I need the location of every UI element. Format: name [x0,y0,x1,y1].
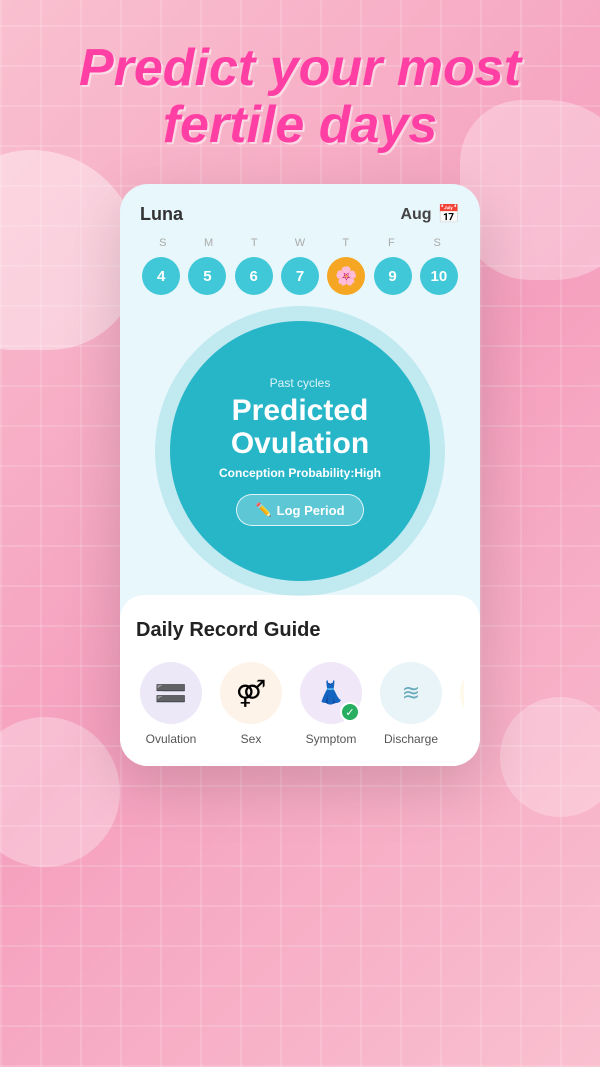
ovulation-label: Ovulation [146,732,197,746]
hero-title: Predict your most fertile days [0,40,600,154]
record-symptom[interactable]: 👗 ✓ Symptom [296,662,366,746]
discharge-icon-wrap: ≋ [380,662,442,724]
record-mood[interactable]: 😊 M [456,662,464,746]
day-label-s2: S [414,237,460,249]
daily-record-section: Daily Record Guide 🟰 Ovulation ⚤ Sex [120,595,480,766]
sex-label: Sex [241,732,262,746]
symptom-icon-wrap: 👗 ✓ [300,662,362,724]
day-6[interactable]: 6 [235,257,273,295]
calendar-section: Luna Aug 📅 S M T W T F S 4 5 6 [120,184,480,295]
predicted-title: Predicted Ovulation [231,394,369,460]
calendar-month: Aug 📅 [400,204,460,225]
day-numbers-row: 4 5 6 7 🌸 9 10 [140,257,460,295]
record-ovulation[interactable]: 🟰 Ovulation [136,662,206,746]
day-9[interactable]: 9 [374,257,412,295]
sex-icon-wrap: ⚤ [220,662,282,724]
day-label-w: W [277,237,323,249]
daily-record-title: Daily Record Guide [136,619,464,642]
day-label-m: M [186,237,232,249]
ovulation-icon-wrap: 🟰 [140,662,202,724]
discharge-label: Discharge [384,732,438,746]
record-sex[interactable]: ⚤ Sex [216,662,286,746]
symptom-check-badge: ✓ [340,702,360,722]
day-10[interactable]: 10 [420,257,458,295]
log-period-button[interactable]: ✏️ Log Period [236,494,363,526]
mood-icon-wrap: 😊 [460,662,464,724]
day-label-f: F [369,237,415,249]
calendar-username: Luna [140,204,183,225]
discharge-icon: ≋ [402,680,420,706]
ovulation-icon: 🟰 [155,678,187,709]
ovulation-circle: Past cycles Predicted Ovulation Concepti… [170,321,430,581]
calendar-icon[interactable]: 📅 [438,204,460,225]
day-8[interactable]: 🌸 [327,257,365,295]
calendar-header: Luna Aug 📅 [140,204,460,225]
day-labels-row: S M T W T F S [140,237,460,249]
day-label-t1: T [231,237,277,249]
phone-card: Luna Aug 📅 S M T W T F S 4 5 6 [120,184,480,766]
ovulation-circle-wrapper: Past cycles Predicted Ovulation Concepti… [120,311,480,605]
day-7[interactable]: 7 [281,257,319,295]
pencil-icon: ✏️ [255,502,271,518]
record-discharge[interactable]: ≋ Discharge [376,662,446,746]
symptom-label: Symptom [306,732,357,746]
sex-icon: ⚤ [236,678,267,709]
month-label: Aug [400,206,431,224]
day-5[interactable]: 5 [188,257,226,295]
day-label-s1: S [140,237,186,249]
conception-label: Conception Probability:High [219,466,381,480]
past-cycles-label: Past cycles [270,376,331,390]
log-button-label: Log Period [277,503,345,518]
record-items-row: 🟰 Ovulation ⚤ Sex 👗 ✓ [136,662,464,746]
day-4[interactable]: 4 [142,257,180,295]
symptom-icon: 👗 [317,680,344,706]
day-label-t2: T [323,237,369,249]
